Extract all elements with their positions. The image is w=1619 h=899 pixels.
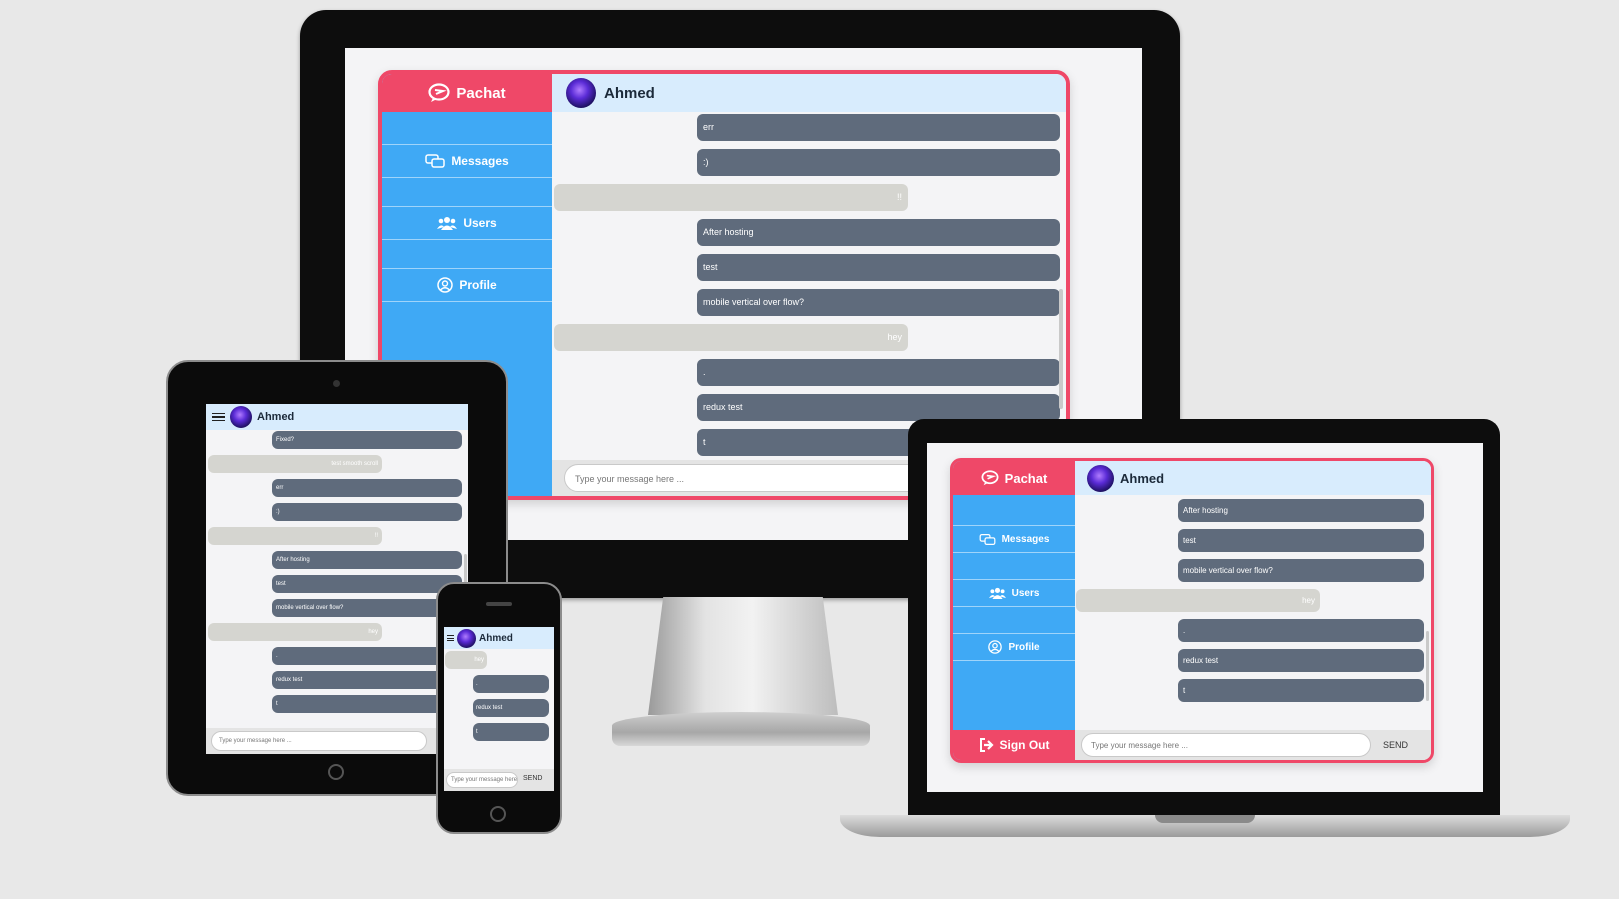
chat-bubble-logo-icon xyxy=(981,470,999,486)
avatar[interactable] xyxy=(457,628,476,648)
tablet-camera xyxy=(333,380,340,387)
brand-logo[interactable]: Pachat xyxy=(382,74,552,112)
message-input[interactable]: Type your message here ... xyxy=(211,731,427,751)
tablet-home-button xyxy=(328,764,344,780)
nav-messages[interactable]: Messages xyxy=(953,525,1075,553)
contact-name: Ahmed xyxy=(604,84,655,102)
received-message: !! xyxy=(554,184,908,211)
message-input-bar: Type your message here ... SEND xyxy=(444,769,554,791)
message-input-bar: Type your message here ... xyxy=(206,728,468,754)
nav-label: Profile xyxy=(459,278,497,292)
received-message: hey xyxy=(445,651,487,669)
avatar[interactable] xyxy=(230,406,252,428)
sent-message: . xyxy=(272,647,462,665)
nav-label: Users xyxy=(463,216,497,230)
hamburger-menu-icon[interactable] xyxy=(447,634,454,643)
sent-message: After hosting xyxy=(1178,499,1424,522)
monitor-stand-neck xyxy=(648,597,838,715)
sent-message: :) xyxy=(272,503,462,521)
received-message: !! xyxy=(208,527,382,545)
sent-message: :) xyxy=(697,149,1060,176)
monitor-stand-base xyxy=(612,712,870,746)
sent-message: t xyxy=(473,723,549,741)
received-message: hey xyxy=(208,623,382,641)
contact-name: Ahmed xyxy=(479,632,513,644)
message-list: After hosting test mobile vertical over fl… xyxy=(1075,495,1431,730)
laptop-screen: Pachat Messages Users Profile Sign Out A… xyxy=(927,443,1483,792)
nav-label: Messages xyxy=(1001,533,1050,545)
nav-label: Profile xyxy=(1008,641,1040,653)
sent-message: . xyxy=(473,675,549,693)
sent-message: test xyxy=(697,254,1060,281)
nav-messages[interactable]: Messages xyxy=(382,144,552,178)
sent-message: test xyxy=(272,575,462,593)
sent-message: redux test xyxy=(473,699,549,717)
nav-label: Messages xyxy=(451,154,509,168)
comments-icon xyxy=(979,533,996,546)
sent-message: mobile vertical over flow? xyxy=(1178,559,1424,582)
users-icon xyxy=(437,216,458,230)
message-list: err:)!! After hosting test mobile vertical … xyxy=(552,112,1066,460)
sent-message: Fixed? xyxy=(272,431,462,449)
sent-message: redux test xyxy=(272,671,462,689)
chat-header: Ahmed xyxy=(444,627,554,649)
sent-message: . xyxy=(1178,619,1424,642)
sent-message: t xyxy=(1178,679,1424,702)
received-message: test smooth scroll xyxy=(208,455,382,473)
phone-home-button xyxy=(490,806,506,822)
nav-users[interactable]: Users xyxy=(382,206,552,240)
send-button[interactable]: SEND xyxy=(523,775,542,782)
phone-speaker xyxy=(486,602,512,606)
users-icon xyxy=(988,587,1006,599)
sent-message: After hosting xyxy=(272,551,462,569)
brand-name: Pachat xyxy=(456,84,506,102)
chat-app-laptop: Pachat Messages Users Profile Sign Out A… xyxy=(950,458,1434,763)
sign-out-icon xyxy=(979,738,995,752)
nav-profile[interactable]: Profile xyxy=(382,268,552,302)
nav-label: Users xyxy=(1011,587,1040,599)
comments-icon xyxy=(425,153,446,169)
user-circle-icon xyxy=(988,640,1003,654)
message-input[interactable]: Type your message here ... xyxy=(446,772,518,788)
sent-message: err xyxy=(697,114,1060,141)
sent-message: . xyxy=(697,359,1060,386)
user-circle-icon xyxy=(437,277,454,293)
avatar[interactable] xyxy=(566,78,596,108)
received-message: hey xyxy=(1076,589,1320,612)
sent-message: redux test xyxy=(697,394,1060,421)
scrollbar[interactable] xyxy=(1059,289,1063,409)
sign-out-button[interactable]: Sign Out xyxy=(953,730,1075,760)
message-input-bar: Type your message here ... SEND xyxy=(1075,730,1431,760)
sent-message: t xyxy=(272,695,462,713)
tablet-screen: Ahmed Fixed? test smooth scroll err:)!! Aft… xyxy=(206,404,468,754)
sent-message: mobile vertical over flow? xyxy=(272,599,462,617)
sign-out-label: Sign Out xyxy=(999,738,1050,752)
scrollbar[interactable] xyxy=(1426,631,1429,701)
brand-logo[interactable]: Pachat xyxy=(953,461,1075,495)
sent-message: redux test xyxy=(1178,649,1424,672)
laptop-notch xyxy=(1155,815,1255,823)
chat-header: Ahmed xyxy=(1075,461,1431,495)
contact-name: Ahmed xyxy=(257,411,295,423)
contact-name: Ahmed xyxy=(1120,470,1165,486)
nav-users[interactable]: Users xyxy=(953,579,1075,607)
message-list: hey. redux test t xyxy=(444,649,554,769)
nav-profile[interactable]: Profile xyxy=(953,633,1075,661)
received-message: hey xyxy=(554,324,908,351)
sent-message: After hosting xyxy=(697,219,1060,246)
hamburger-menu-icon[interactable] xyxy=(212,411,225,424)
chat-header: Ahmed xyxy=(206,404,468,430)
sidebar: Pachat Messages Users Profile xyxy=(953,461,1075,760)
sent-message: test xyxy=(1178,529,1424,552)
chat-bubble-logo-icon xyxy=(428,83,450,103)
sent-message: mobile vertical over flow? xyxy=(697,289,1060,316)
phone-screen: Ahmed hey. redux test t Type your message … xyxy=(444,627,554,791)
sent-message: err xyxy=(272,479,462,497)
chat-header: Ahmed xyxy=(552,74,1066,112)
avatar[interactable] xyxy=(1087,464,1114,492)
message-input[interactable]: Type your message here ... xyxy=(1081,733,1371,757)
brand-name: Pachat xyxy=(1004,470,1048,486)
message-list: Fixed? test smooth scroll err:)!! After hos… xyxy=(206,430,468,728)
send-button[interactable]: SEND xyxy=(1383,740,1408,750)
